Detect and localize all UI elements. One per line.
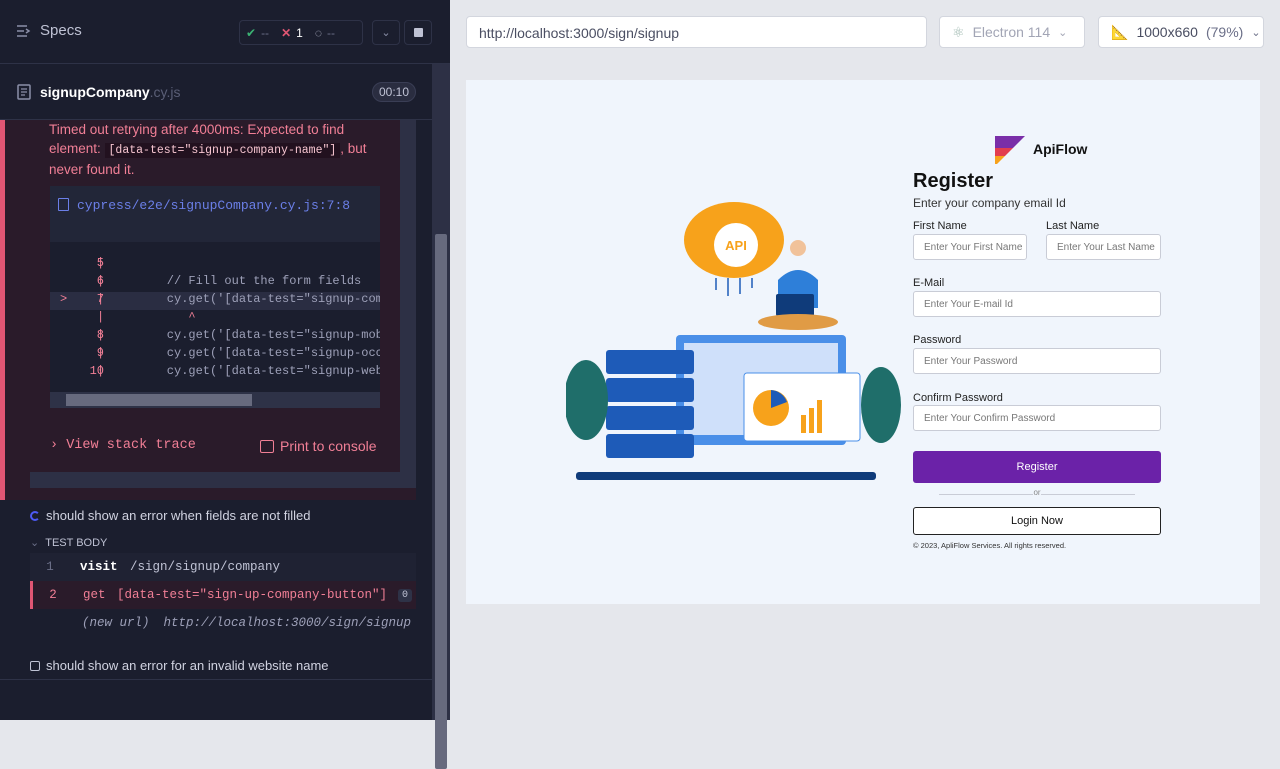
last-name-label: Last Name bbox=[1046, 220, 1100, 232]
chevron-down-icon: ⌄ bbox=[1251, 26, 1261, 39]
app-preview: http://localhost:3000/sign/signup ⚛ Elec… bbox=[450, 0, 1280, 720]
code-line-highlighted: >7| cy.get('[data-test="signup-company bbox=[50, 292, 380, 310]
spec-file-header: signupCompany.cy.js 00:10 bbox=[0, 64, 432, 120]
command-row[interactable]: 1 visit /sign/signup/company bbox=[30, 553, 416, 581]
error-vertical-scrollbar[interactable] bbox=[400, 120, 416, 472]
runner-scrollbar[interactable] bbox=[432, 64, 450, 769]
document-icon bbox=[58, 198, 69, 211]
code-file-link[interactable]: cypress/e2e/signupCompany.cy.js:7:8 bbox=[58, 196, 378, 216]
stop-icon bbox=[413, 28, 423, 37]
page-subtitle: Enter your company email Id bbox=[913, 196, 1066, 210]
x-icon: ✕ bbox=[281, 25, 292, 40]
code-line: 9| cy.get('[data-test="signup-occupat bbox=[96, 346, 380, 360]
code-line: | ^ bbox=[97, 310, 196, 324]
specs-button[interactable]: Specs bbox=[16, 22, 82, 39]
command-row-failed[interactable]: 2 get [data-test="sign-up-company-button… bbox=[30, 581, 416, 609]
email-input[interactable]: Enter Your E-mail Id bbox=[913, 291, 1161, 317]
app-frame: API ApiFlow Register Enter your company bbox=[466, 80, 1260, 604]
password-input[interactable]: Enter Your Password bbox=[913, 348, 1161, 374]
code-line: 8| cy.get('[data-test="signup-mobile" bbox=[96, 328, 380, 342]
last-name-input[interactable]: Enter Your Last Name bbox=[1046, 234, 1161, 260]
viewport-info[interactable]: 📐 1000x660 (79%) ⌄ bbox=[1098, 16, 1264, 48]
login-now-button[interactable]: Login Now bbox=[913, 507, 1161, 535]
brand-name: ApiFlow bbox=[1033, 141, 1088, 157]
spec-filename: signupCompany.cy.js bbox=[40, 84, 181, 100]
test-title: should show an error for an invalid webs… bbox=[46, 658, 329, 673]
apiflow-logo bbox=[995, 136, 1025, 164]
test-pending[interactable]: should show an error for an invalid webs… bbox=[30, 658, 329, 673]
stop-button[interactable] bbox=[404, 20, 432, 45]
first-name-label: First Name bbox=[913, 220, 967, 232]
pending-stat: ◌ -- bbox=[314, 25, 335, 40]
browser-selector[interactable]: ⚛ Electron 114 ⌄ bbox=[939, 16, 1085, 48]
runner-panel: Specs ✔ -- ✕ 1 ◌ -- ⌄ signupCompany.cy.js 0… bbox=[0, 0, 450, 720]
print-to-console-button[interactable]: Print to console bbox=[260, 438, 377, 454]
email-label: E-Mail bbox=[913, 277, 945, 289]
copyright-text: © 2023, ApliFlow Services. All rights re… bbox=[913, 541, 1067, 550]
ruler-icon: 📐 bbox=[1111, 23, 1129, 40]
specs-icon bbox=[17, 24, 31, 37]
code-frame: cypress/e2e/signupCompany.cy.js:7:8 5 | 6… bbox=[50, 186, 380, 408]
passed-stat: ✔ -- bbox=[246, 25, 270, 40]
view-stack-trace-button[interactable]: › View stack trace bbox=[50, 438, 196, 453]
spec-duration: 00:10 bbox=[371, 82, 416, 102]
register-button[interactable]: Register bbox=[913, 451, 1161, 483]
password-label: Password bbox=[913, 334, 962, 346]
dropdown-button[interactable]: ⌄ bbox=[372, 20, 400, 45]
error-message: Timed out retrying after 4000ms: Expecte… bbox=[49, 122, 367, 177]
error-selector: [data-test="signup-company-name"] bbox=[104, 143, 341, 158]
error-horizontal-scrollbar[interactable] bbox=[30, 472, 416, 488]
chevron-down-icon: ⌄ bbox=[381, 27, 391, 39]
check-icon: ✔ bbox=[246, 25, 257, 40]
code-line: 5 | bbox=[96, 256, 105, 270]
test-running[interactable]: should show an error when fields are not… bbox=[30, 508, 310, 523]
code-line: 6 | // Fill out the form fields bbox=[96, 274, 362, 288]
new-url-row: (new url) http://localhost:3000/sign/sig… bbox=[30, 609, 416, 637]
chevron-down-icon: ⌄ bbox=[30, 537, 40, 549]
confirm-password-input[interactable]: Enter Your Confirm Password bbox=[913, 405, 1161, 431]
terminal-icon bbox=[260, 440, 274, 453]
first-name-input[interactable]: Enter Your First Name bbox=[913, 234, 1027, 260]
pending-icon: ◌ bbox=[314, 25, 322, 40]
test-body-toggle[interactable]: ⌄ TEST BODY bbox=[30, 536, 107, 549]
spinner-icon bbox=[30, 510, 40, 521]
failed-stat: ✕ 1 bbox=[281, 25, 303, 40]
command-count-badge: 0 bbox=[397, 588, 412, 602]
test-stats: ✔ -- ✕ 1 ◌ -- bbox=[239, 20, 363, 45]
api-illustration: API bbox=[566, 202, 901, 480]
test-title: should show an error when fields are not… bbox=[46, 508, 311, 523]
svg-text:API: API bbox=[725, 238, 747, 253]
code-lines: 5 | 6 | // Fill out the form fields >7 | cy… bbox=[50, 242, 380, 402]
specs-label: Specs bbox=[40, 22, 82, 39]
confirm-password-label: Confirm Password bbox=[913, 392, 1003, 404]
file-icon bbox=[17, 84, 31, 100]
or-divider: or bbox=[913, 488, 1161, 502]
code-horizontal-scrollbar[interactable] bbox=[50, 392, 380, 408]
checkbox-icon bbox=[30, 660, 40, 671]
code-line: 10| cy.get('[data-test="signup-website bbox=[89, 364, 380, 378]
page-title: Register bbox=[913, 170, 994, 192]
url-bar[interactable]: http://localhost:3000/sign/signup bbox=[466, 16, 927, 48]
chevron-down-icon: ⌄ bbox=[1058, 26, 1068, 39]
runner-topbar: Specs ✔ -- ✕ 1 ◌ -- ⌄ bbox=[0, 0, 450, 64]
electron-icon: ⚛ bbox=[952, 23, 965, 40]
